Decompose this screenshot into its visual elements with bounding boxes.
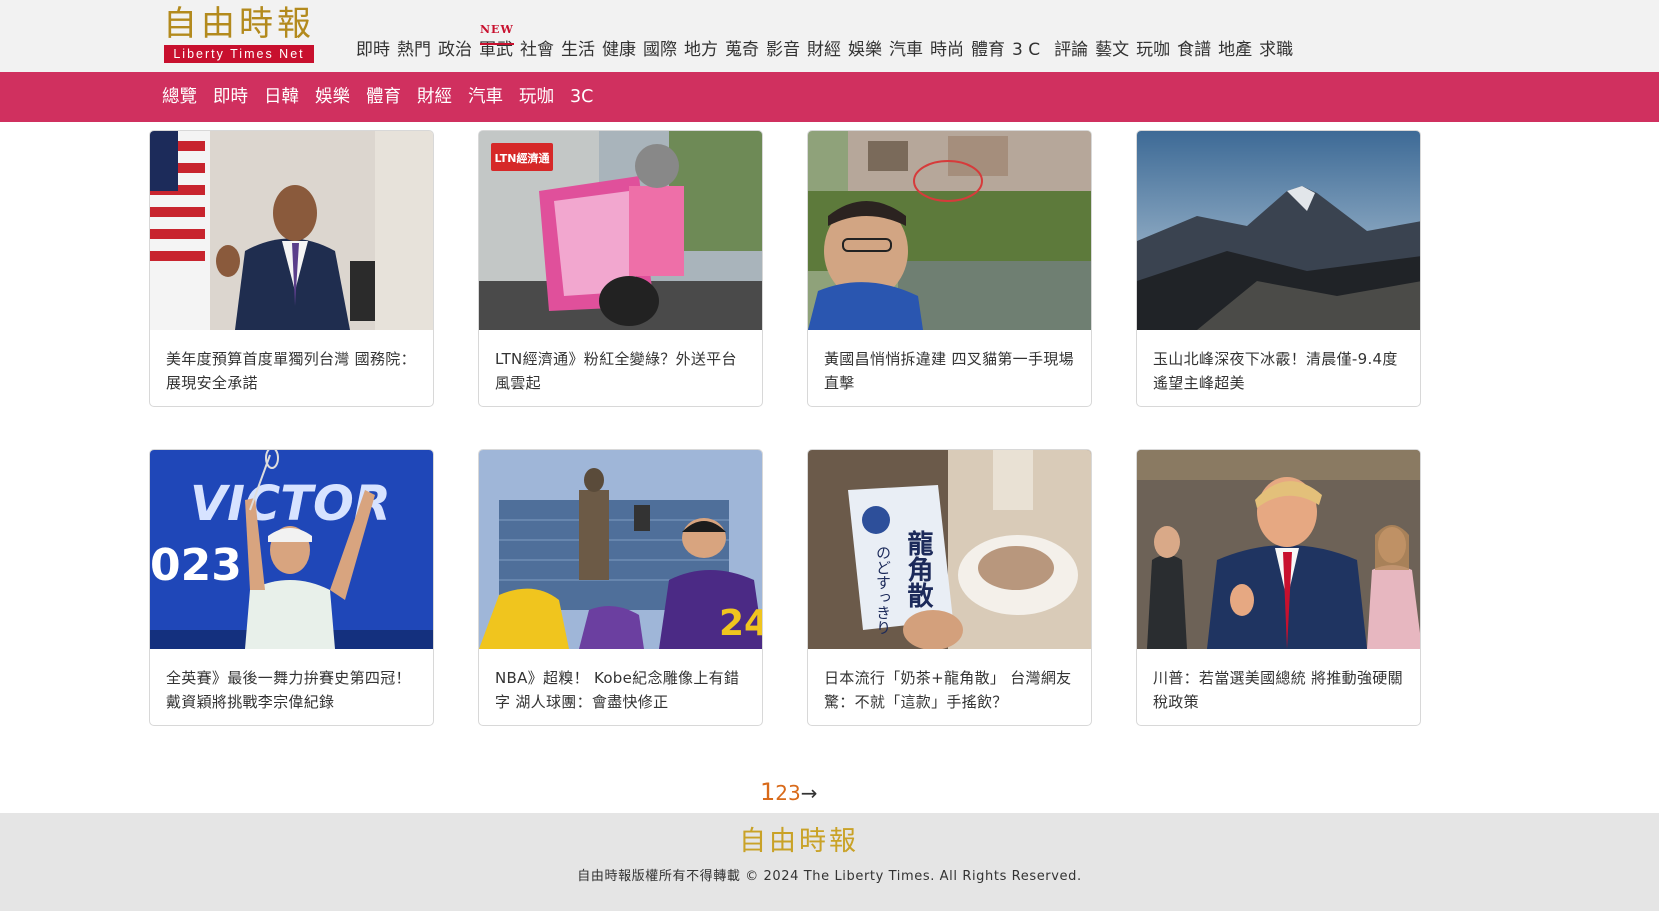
news-title: NBA》超糗！ Kobe紀念雕像上有錯字 湖人球團：會盡快修正: [495, 669, 740, 711]
news-image: [1137, 450, 1420, 649]
news-title: 全英賽》最後一舞力拚賽史第四冠！ 戴資穎將挑戰李宗偉紀錄: [166, 669, 411, 711]
news-card[interactable]: VICTOR 023 全英賽》最後一舞力拚賽史第四冠！ 戴資穎將挑戰李宗偉紀錄: [149, 449, 434, 726]
news-card[interactable]: 24 NBA》超糗！ Kobe紀念雕像上有錯字 湖人球團：會盡快修正: [478, 449, 763, 726]
news-title: 日本流行「奶茶+龍角散」 台灣網友驚：不就「這款」手搖飲？: [824, 669, 1072, 711]
news-image: [808, 131, 1091, 330]
footer: 自由時報 自由時報版權所有不得轉載 © 2024 The Liberty Tim…: [0, 813, 1659, 911]
next-page-arrow-icon[interactable]: →: [801, 781, 818, 805]
news-image: [1137, 131, 1420, 330]
news-card[interactable]: 美年度預算首度單獨列台灣 國務院：展現安全承諾: [149, 130, 434, 407]
news-card[interactable]: 龍角散 のどすっきり 日本流行「奶茶+龍角散」 台灣網友驚：不就「這款」手搖飲？: [807, 449, 1092, 726]
package-sub-text: のどすっきり: [874, 545, 892, 635]
news-title: LTN經濟通》粉紅全變綠？外送平台風雲起: [495, 350, 737, 392]
news-title: 黃國昌悄悄拆違建 四叉貓第一手現場直擊: [824, 350, 1074, 392]
news-image: [150, 131, 433, 330]
news-image: 24: [479, 450, 763, 649]
news-card[interactable]: 玉山北峰深夜下冰霰！清晨僅-9.4度 遙望主峰超美: [1136, 130, 1421, 407]
news-image: LTN經濟通: [479, 131, 762, 330]
news-image: 龍角散 のどすっきり: [808, 450, 1091, 649]
copyright-text: 自由時報版權所有不得轉載 © 2024 The Liberty Times. A…: [577, 869, 1082, 884]
news-card[interactable]: 黃國昌悄悄拆違建 四叉貓第一手現場直擊: [807, 130, 1092, 407]
news-grid: 美年度預算首度單獨列台灣 國務院：展現安全承諾 LTN經濟通 LTN經濟通》粉紅…: [0, 0, 1659, 760]
news-title: 川普：若當選美國總統 將推動強硬關稅政策: [1153, 669, 1403, 711]
package-title-text: 龍角散: [903, 529, 933, 609]
news-image: VICTOR 023: [150, 450, 433, 649]
news-title: 美年度預算首度單獨列台灣 國務院：展現安全承諾: [166, 350, 416, 392]
jersey-number-text: 24: [719, 603, 763, 644]
page-link[interactable]: 2: [775, 781, 788, 805]
footer-logo: 自由時報: [739, 826, 859, 857]
pagination: 1 2 3 →: [760, 778, 818, 808]
news-card[interactable]: LTN經濟通 LTN經濟通》粉紅全變綠？外送平台風雲起: [478, 130, 763, 407]
ltn-badge-text: LTN經濟通: [495, 151, 550, 165]
news-title: 玉山北峰深夜下冰霰！清晨僅-9.4度 遙望主峰超美: [1153, 350, 1398, 392]
news-card[interactable]: 川普：若當選美國總統 將推動強硬關稅政策: [1136, 449, 1421, 726]
page-link[interactable]: 3: [788, 781, 801, 805]
page-current[interactable]: 1: [760, 778, 775, 806]
banner-year-text: 023: [150, 540, 242, 591]
